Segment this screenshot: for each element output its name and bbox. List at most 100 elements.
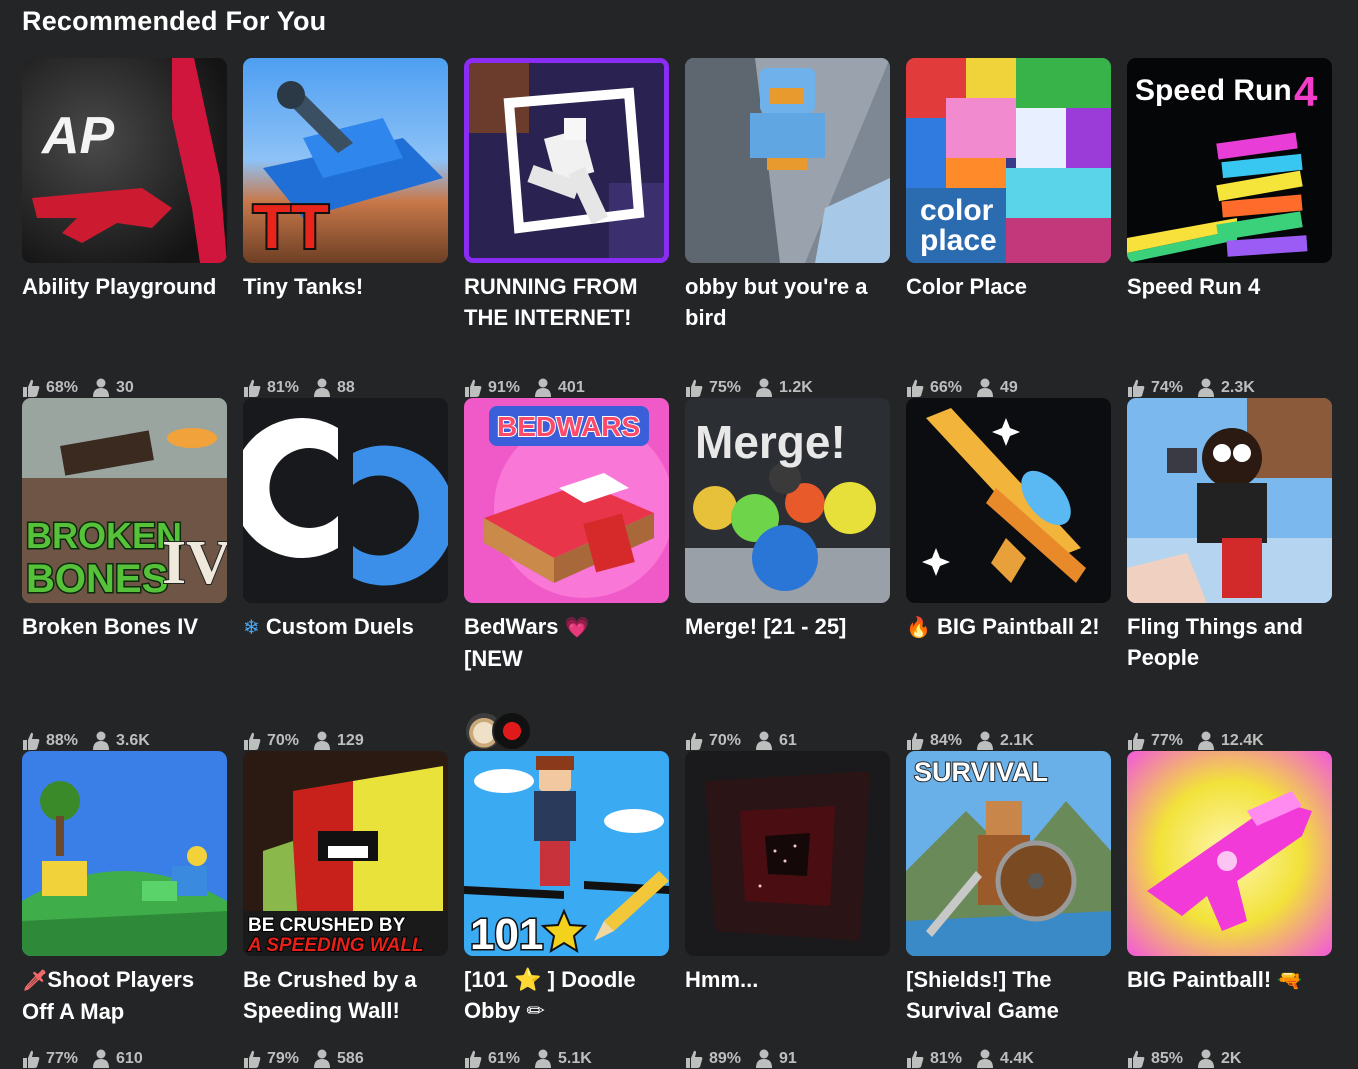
game-thumbnail[interactable] [906, 398, 1111, 603]
players-value: 610 [116, 1050, 143, 1067]
players-value: 61 [779, 732, 797, 749]
thumb-logo-text: AP [40, 107, 115, 165]
game-name[interactable]: obby but you're a bird [685, 271, 890, 333]
thumbs-up-icon [244, 379, 261, 397]
game-thumbnail[interactable]: BEDWARS [464, 398, 669, 603]
thumbs-up-icon [1128, 732, 1145, 750]
game-card-obby-bird[interactable]: obby but you're a bird 75% 1.2K [685, 58, 890, 398]
game-name[interactable]: 🔥 BIG Paintball 2! [906, 611, 1111, 643]
game-name[interactable]: Hmm... [685, 964, 890, 995]
players-value: 5.1K [558, 1050, 592, 1067]
players-value: 2.1K [1000, 732, 1034, 749]
thumbs-up-icon [23, 732, 40, 750]
game-card-merge[interactable]: Merge! Merge! [21 - 25] 70% 61 [685, 398, 890, 751]
game-name-text: BIG Paintball 2! [937, 614, 1100, 639]
game-name[interactable]: [Shields!] The Survival Game [906, 964, 1111, 1026]
game-name[interactable]: Fling Things and People [1127, 611, 1332, 673]
game-thumbnail[interactable]: BE CRUSHED BY A SPEEDING WALL [243, 751, 448, 956]
game-card-speed-run-4[interactable]: Speed Run 4 Speed Run 4 74% 2.3K [1127, 58, 1332, 398]
game-thumbnail[interactable] [1127, 398, 1332, 603]
game-stats: 74% 2.3K [1127, 378, 1255, 398]
game-name[interactable]: 🗡Shoot Players Off A Map [22, 964, 227, 1026]
game-name[interactable]: Tiny Tanks! [243, 271, 448, 302]
thumb-logo-text: 4 [1294, 68, 1318, 115]
game-thumbnail[interactable] [243, 398, 448, 603]
game-card-ability-playground[interactable]: AP Ability Playground 68% 30 [22, 58, 227, 398]
thumbs-up-icon [907, 1050, 924, 1068]
rating-value: 70% [267, 732, 300, 749]
game-stats: 66% 49 [906, 378, 1018, 398]
game-card-custom-duels[interactable]: ❄ Custom Duels 70% 129 [243, 398, 448, 751]
thumbs-up-icon [23, 1050, 40, 1068]
game-card-broken-bones-iv[interactable]: BROKEN BONES IV Broken Bones IV 88% 3.6K [22, 398, 227, 751]
game-card-shoot-players-off-a-map[interactable]: 🗡Shoot Players Off A Map 77% 610 [22, 751, 227, 1069]
rating-value: 66% [930, 379, 963, 396]
game-name-text: Custom Duels [265, 614, 414, 639]
game-card-color-place[interactable]: color place Color Place 66% 49 [906, 58, 1111, 398]
game-card-survival-game[interactable]: SURVIVAL [Shields!] The Survival Game 81… [906, 751, 1111, 1069]
game-thumbnail[interactable] [685, 751, 890, 956]
game-stats: 84% 2.1K [906, 731, 1034, 751]
thumb-logo-text: Speed Run [1135, 74, 1292, 107]
players-value: 2K [1221, 1050, 1242, 1067]
friends-playing[interactable] [464, 711, 532, 751]
game-thumbnail[interactable] [464, 58, 669, 263]
game-thumbnail[interactable]: TT [243, 58, 448, 263]
section-title: Recommended For You [22, 6, 327, 36]
person-icon [1198, 378, 1215, 397]
thumbs-up-icon [686, 732, 703, 750]
players-value: 88 [337, 379, 355, 396]
game-card-big-paintball[interactable]: BIG Paintball! 🔫 85% 2K [1127, 751, 1332, 1069]
game-name[interactable]: Broken Bones IV [22, 611, 227, 642]
game-card-hmm[interactable]: Hmm... 89% 91 [685, 751, 890, 1069]
game-name[interactable]: Ability Playground [22, 271, 227, 302]
game-grid: AP Ability Playground 68% 30 TT Tiny Tan… [22, 58, 1332, 1069]
rating-value: 74% [1151, 379, 1184, 396]
rating-value: 75% [709, 379, 742, 396]
game-name[interactable]: Merge! [21 - 25] [685, 611, 890, 642]
game-name-text: BedWars [464, 614, 559, 639]
rating-value: 77% [46, 1050, 79, 1067]
game-thumbnail[interactable]: AP [22, 58, 227, 263]
game-thumbnail[interactable]: Speed Run 4 [1127, 58, 1332, 263]
game-stats: 85% 2K [1127, 1049, 1241, 1069]
person-icon [1198, 1049, 1215, 1068]
rating-value: 70% [709, 732, 742, 749]
game-name[interactable]: ❄ Custom Duels [243, 611, 448, 643]
game-thumbnail[interactable] [22, 751, 227, 956]
game-stats: 61% 5.1K [464, 1049, 592, 1069]
game-thumbnail[interactable] [685, 58, 890, 263]
avatar[interactable] [492, 711, 532, 751]
game-stats: 68% 30 [22, 378, 134, 398]
game-card-big-paintball-2[interactable]: 🔥 BIG Paintball 2! 84% 2.1K [906, 398, 1111, 751]
game-card-running-from-the-internet[interactable]: RUNNING FROM THE INTERNET! 91% 401 [464, 58, 669, 398]
players-value: 49 [1000, 379, 1018, 396]
game-name-text: [NEW [464, 646, 523, 671]
game-name[interactable]: Color Place [906, 271, 1111, 302]
game-thumbnail[interactable]: color place [906, 58, 1111, 263]
game-card-fling-things[interactable]: Fling Things and People 77% 12.4K [1127, 398, 1332, 751]
game-card-doodle-obby[interactable]: 101 [101 ⭐ ] Doodle Obby ✏ 61% 5.1K [464, 751, 669, 1069]
game-name[interactable]: Be Crushed by a Speeding Wall! [243, 964, 448, 1026]
game-card-bedwars[interactable]: BEDWARS BedWars 💗 [NEW [464, 398, 669, 751]
game-name[interactable]: Speed Run 4 [1127, 271, 1332, 302]
game-thumbnail[interactable]: BROKEN BONES IV [22, 398, 227, 603]
water-gun-icon: 🔫 [1277, 968, 1303, 992]
game-name[interactable]: BedWars 💗 [NEW [464, 611, 669, 673]
game-thumbnail[interactable]: SURVIVAL [906, 751, 1111, 956]
person-icon [1198, 731, 1215, 750]
thumbs-up-icon [1128, 379, 1145, 397]
game-thumbnail[interactable] [1127, 751, 1332, 956]
rating-value: 91% [488, 379, 521, 396]
person-icon [314, 731, 331, 750]
game-name[interactable]: [101 ⭐ ] Doodle Obby ✏ [464, 964, 669, 1026]
game-name[interactable]: BIG Paintball! 🔫 [1127, 964, 1332, 996]
game-thumbnail[interactable]: 101 [464, 751, 669, 956]
game-card-be-crushed[interactable]: BE CRUSHED BY A SPEEDING WALL Be Crushed… [243, 751, 448, 1069]
game-thumbnail[interactable]: Merge! [685, 398, 890, 603]
rating-value: 68% [46, 379, 79, 396]
game-name[interactable]: RUNNING FROM THE INTERNET! [464, 271, 669, 333]
game-name-text: Shoot Players Off A Map [22, 967, 195, 1024]
game-card-tiny-tanks[interactable]: TT Tiny Tanks! 81% 88 [243, 58, 448, 398]
person-icon [314, 1049, 331, 1068]
